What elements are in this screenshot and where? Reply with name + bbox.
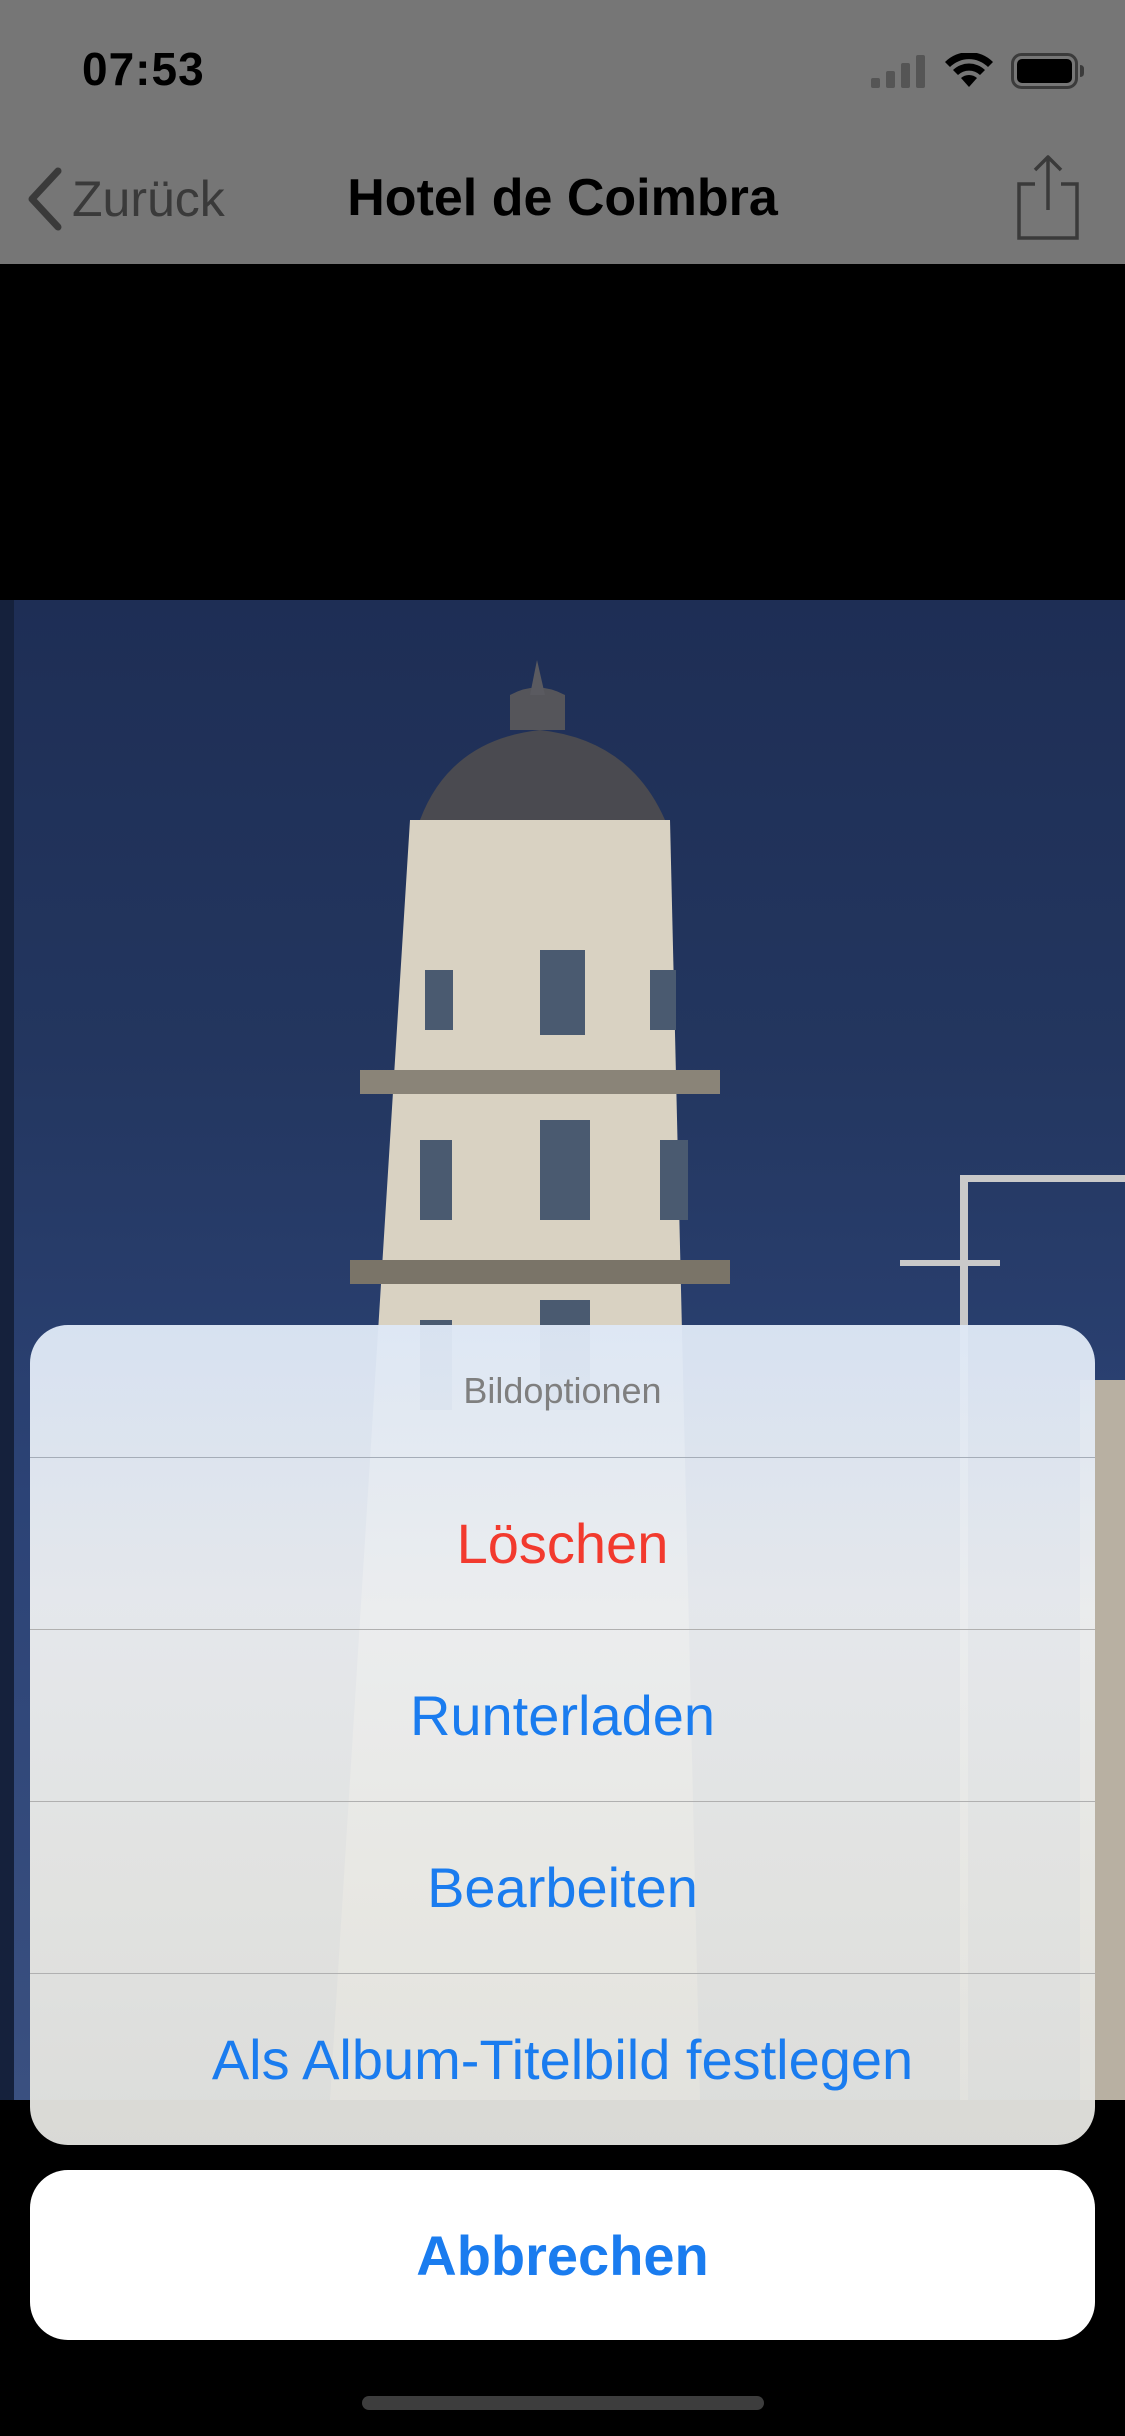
status-icons	[871, 48, 1085, 94]
share-icon[interactable]	[1015, 154, 1081, 240]
cancel-button[interactable]: Abbrechen	[30, 2170, 1095, 2340]
delete-button[interactable]: Löschen	[30, 1458, 1095, 1630]
cellular-signal-icon	[871, 55, 925, 88]
action-sheet-title: Bildoptionen	[30, 1325, 1095, 1458]
download-button[interactable]: Runterladen	[30, 1630, 1095, 1802]
home-indicator[interactable]	[362, 2396, 764, 2410]
action-sheet: Bildoptionen Löschen Runterladen Bearbei…	[30, 1325, 1095, 2145]
set-album-cover-button[interactable]: Als Album-Titelbild festlegen	[30, 1974, 1095, 2145]
edit-button[interactable]: Bearbeiten	[30, 1802, 1095, 1974]
page-title: Hotel de Coimbra	[347, 169, 778, 227]
battery-icon	[1011, 53, 1084, 89]
top-bar: 07:53 Zurück Hotel de Coimbra	[0, 0, 1125, 264]
status-time: 07:53	[82, 43, 205, 95]
wifi-icon	[945, 53, 993, 87]
